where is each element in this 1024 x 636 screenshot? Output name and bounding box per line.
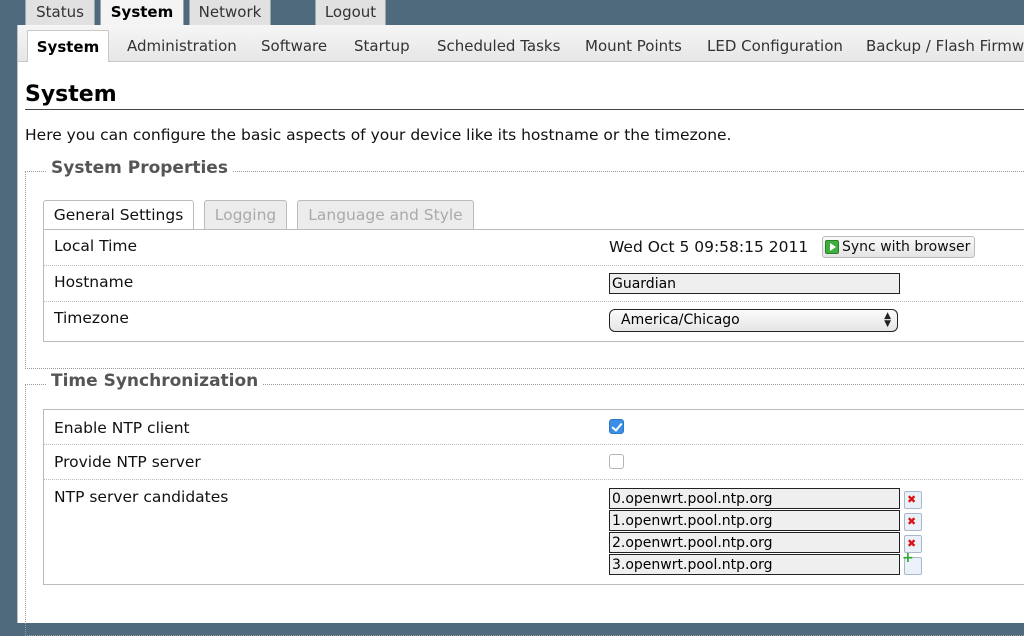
sub-tab-administration[interactable]: Administration: [127, 25, 237, 61]
sub-tab-scheduled-tasks[interactable]: Scheduled Tasks: [437, 25, 560, 61]
remove-icon[interactable]: [904, 513, 922, 531]
title-divider: [25, 109, 1024, 110]
hostname-input[interactable]: [609, 273, 900, 294]
page-title: System: [25, 82, 117, 107]
hostname-label: Hostname: [54, 273, 134, 291]
sub-tab-system[interactable]: System: [27, 30, 109, 62]
sub-tab-startup[interactable]: Startup: [354, 25, 410, 61]
enable-ntp-label: Enable NTP client: [54, 419, 190, 437]
select-arrows-icon: ▲ ▼: [884, 311, 891, 329]
provide-ntp-row: Provide NTP server: [44, 445, 1024, 480]
enable-ntp-checkbox[interactable]: [609, 419, 624, 434]
top-tab-logout[interactable]: Logout: [315, 0, 386, 26]
tab-general-settings[interactable]: General Settings: [43, 200, 194, 230]
top-tab-network[interactable]: Network: [189, 0, 271, 26]
provide-ntp-checkbox[interactable]: [609, 454, 624, 469]
timezone-select[interactable]: America/Chicago ▲ ▼: [609, 309, 898, 332]
timezone-selected-value: America/Chicago: [621, 312, 740, 328]
time-synchronization-legend: Time Synchronization: [47, 371, 263, 391]
ntp-candidates-row: NTP server candidates: [44, 480, 1024, 584]
tab-logging[interactable]: Logging: [204, 200, 287, 229]
ntp-candidates-label: NTP server candidates: [54, 488, 229, 506]
sync-button-label: Sync with browser: [842, 238, 971, 255]
sub-tab-backup-flash-firmware[interactable]: Backup / Flash Firmware: [866, 25, 1024, 61]
hostname-row: Hostname: [44, 266, 1024, 302]
sub-tab-software[interactable]: Software: [261, 25, 327, 61]
local-time-label: Local Time: [54, 237, 138, 255]
timezone-label: Timezone: [54, 309, 129, 327]
ntp-server-input[interactable]: [609, 554, 900, 575]
general-settings-box: Local Time Wed Oct 5 09:58:15 2011 Sync …: [43, 229, 1024, 342]
sub-nav: System Administration Software Startup S…: [18, 25, 1024, 62]
system-properties-section: System Properties General Settings Loggi…: [25, 158, 1024, 369]
ntp-server-input[interactable]: [609, 488, 900, 509]
timezone-row: Timezone America/Chicago ▲ ▼: [44, 302, 1024, 341]
sub-tab-mount-points[interactable]: Mount Points: [585, 25, 682, 61]
main-panel: System Administration Software Startup S…: [17, 25, 1024, 636]
local-time-value: Wed Oct 5 09:58:15 2011: [609, 238, 809, 256]
system-properties-legend: System Properties: [47, 158, 232, 178]
remove-icon[interactable]: [904, 491, 922, 509]
ntp-server-input[interactable]: [609, 532, 900, 553]
ntp-server-input[interactable]: [609, 510, 900, 531]
sub-tab-led-configuration[interactable]: LED Configuration: [707, 25, 843, 61]
top-tab-status[interactable]: Status: [25, 0, 95, 26]
time-sync-box: Enable NTP client Provide NTP server NTP…: [43, 409, 1024, 585]
time-synchronization-section: Time Synchronization Enable NTP client P…: [25, 371, 1024, 636]
tab-language-and-style[interactable]: Language and Style: [297, 200, 474, 229]
local-time-row: Local Time Wed Oct 5 09:58:15 2011 Sync …: [44, 230, 1024, 266]
play-icon: [825, 240, 839, 254]
provide-ntp-label: Provide NTP server: [54, 453, 201, 471]
add-icon[interactable]: [902, 551, 922, 575]
page-description: Here you can configure the basic aspects…: [25, 126, 732, 144]
enable-ntp-row: Enable NTP client: [44, 410, 1024, 445]
sync-with-browser-button[interactable]: Sync with browser: [822, 236, 976, 258]
top-tab-system[interactable]: System: [100, 0, 184, 27]
top-nav: Status System Network Logout: [0, 0, 1024, 27]
